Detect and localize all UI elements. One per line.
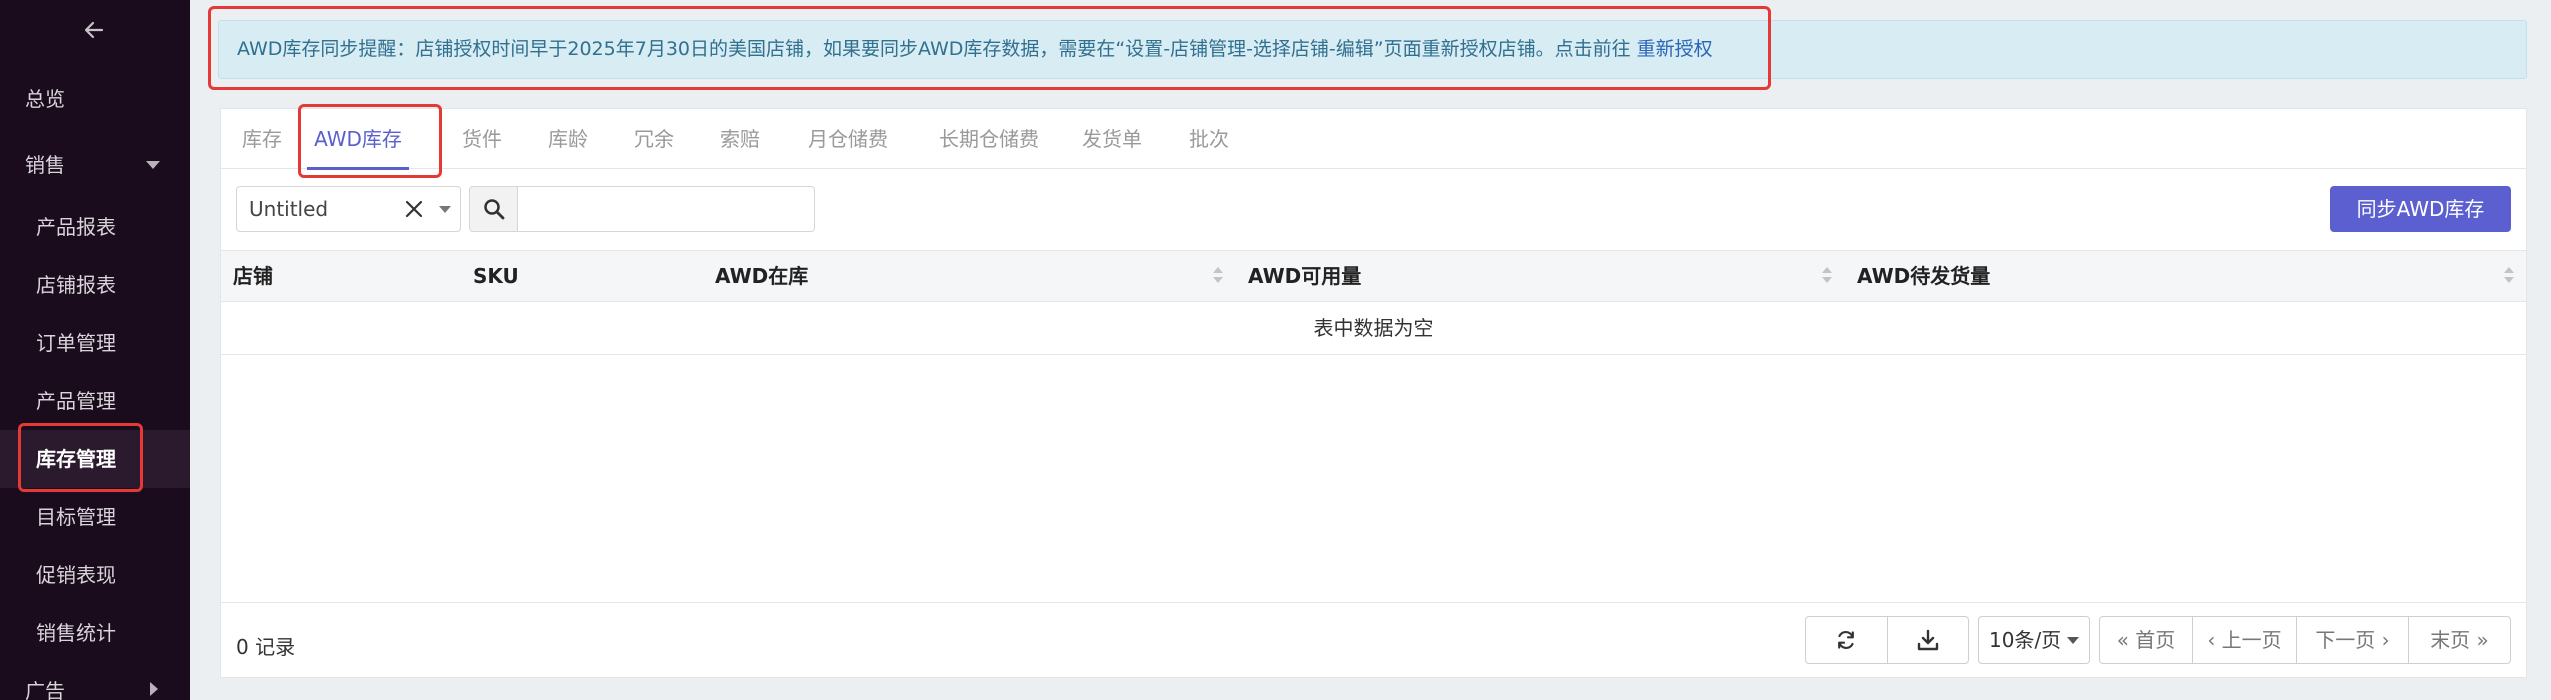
caret-right-icon — [150, 682, 158, 696]
search-button[interactable] — [470, 187, 518, 231]
sidebar-item-label: 广告 — [25, 679, 65, 700]
sidebar-item-sales-statistics[interactable]: 销售统计 — [0, 604, 190, 662]
chevron-down-icon — [439, 206, 451, 213]
download-icon — [1917, 629, 1939, 651]
tab-long-term-storage-fee[interactable]: 长期仓储费 — [933, 109, 1045, 169]
record-count: 0 记录 — [236, 635, 296, 659]
pagination: « 首页 ‹ 上一页 下一页 › 末页 » — [2099, 616, 2511, 664]
sort-icon[interactable] — [2504, 267, 2514, 285]
page-size-select[interactable]: 10条/页 — [1978, 616, 2090, 664]
search-input[interactable] — [519, 187, 814, 231]
tab-monthly-storage-fee[interactable]: 月仓储费 — [803, 109, 893, 169]
search-icon — [484, 199, 505, 220]
store-select[interactable]: Untitled — [236, 186, 461, 232]
column-header-store[interactable]: 店铺 — [233, 251, 273, 301]
sidebar-item-sales[interactable]: 销售 — [0, 136, 190, 194]
table-empty-message: 表中数据为空 — [221, 302, 2526, 355]
column-header-awd-available[interactable]: AWD可用量 — [1248, 251, 1361, 301]
sidebar-item-label: 库存管理 — [36, 447, 116, 471]
sidebar-item-order-management[interactable]: 订单管理 — [0, 314, 190, 372]
sidebar-item-store-report[interactable]: 店铺报表 — [0, 256, 190, 314]
sidebar-item-label: 促销表现 — [36, 563, 116, 587]
reauthorize-link[interactable]: 重新授权 — [1637, 38, 1713, 60]
sidebar-item-product-management[interactable]: 产品管理 — [0, 372, 190, 430]
sidebar-item-product-report[interactable]: 产品报表 — [0, 198, 190, 256]
inventory-panel: 库存 AWD库存 货件 库龄 冗余 索赔 月仓储费 长期仓储费 发货单 批次 U… — [220, 108, 2527, 678]
tab-inventory[interactable]: 库存 — [239, 109, 285, 169]
sidebar: 总览 销售 产品报表 店铺报表 订单管理 产品管理 库存管理 目标管理 促销表现… — [0, 0, 190, 700]
tab-shipments[interactable]: 货件 — [459, 109, 505, 169]
sort-icon[interactable] — [1822, 267, 1832, 285]
sidebar-item-label: 店铺报表 — [36, 273, 116, 297]
caret-down-icon — [146, 161, 160, 169]
tab-excess[interactable]: 冗余 — [631, 109, 677, 169]
sidebar-item-label: 产品管理 — [36, 389, 116, 413]
tab-inventory-age[interactable]: 库龄 — [545, 109, 591, 169]
sidebar-item-label: 销售 — [25, 153, 65, 177]
sidebar-item-label: 目标管理 — [36, 505, 116, 529]
tab-awd-inventory[interactable]: AWD库存 — [307, 109, 409, 170]
tab-delivery-orders[interactable]: 发货单 — [1078, 109, 1146, 169]
divider — [221, 602, 2526, 603]
double-chevron-right-icon: » — [2476, 628, 2489, 652]
refresh-button[interactable] — [1806, 617, 1887, 663]
last-page-label: 末页 — [2430, 628, 2471, 652]
search-box — [469, 186, 815, 232]
sidebar-item-overview[interactable]: 总览 — [0, 70, 190, 128]
first-page-button[interactable]: « 首页 — [2100, 617, 2192, 663]
sidebar-item-label: 订单管理 — [36, 331, 116, 355]
arrow-left-icon[interactable] — [78, 14, 110, 46]
sidebar-item-label: 产品报表 — [36, 215, 116, 239]
store-select-value: Untitled — [249, 197, 329, 221]
tab-claims[interactable]: 索赔 — [717, 109, 763, 169]
next-page-button[interactable]: 下一页 › — [2296, 617, 2408, 663]
first-page-label: 首页 — [2135, 628, 2176, 652]
download-button[interactable] — [1887, 617, 1968, 663]
prev-page-button[interactable]: ‹ 上一页 — [2192, 617, 2296, 663]
prev-page-label: 上一页 — [2221, 628, 2282, 652]
last-page-button[interactable]: 末页 » — [2408, 617, 2510, 663]
page-size-value: 10条/页 — [1989, 628, 2062, 652]
sidebar-item-label: 销售统计 — [36, 621, 116, 645]
sidebar-item-target-management[interactable]: 目标管理 — [0, 488, 190, 546]
table-header: 店铺 SKU AWD在库 AWD可用量 AWD待发货量 — [221, 250, 2526, 302]
awd-sync-alert: AWD库存同步提醒：店铺授权时间早于2025年7月30日的美国店铺，如果要同步A… — [218, 20, 2527, 79]
tab-bar: 库存 AWD库存 货件 库龄 冗余 索赔 月仓储费 长期仓储费 发货单 批次 — [221, 109, 2526, 170]
column-header-sku[interactable]: SKU — [473, 251, 519, 301]
refresh-icon — [1838, 630, 1854, 650]
sort-icon[interactable] — [1213, 267, 1223, 285]
clear-icon[interactable] — [405, 187, 423, 232]
sidebar-item-ads[interactable]: 广告 — [0, 662, 190, 700]
sidebar-item-inventory-management[interactable]: 库存管理 — [0, 430, 190, 488]
chevron-right-icon: › — [2381, 628, 2390, 652]
table-actions — [1805, 616, 1969, 664]
sidebar-item-promotion-performance[interactable]: 促销表现 — [0, 546, 190, 604]
column-header-awd-in-stock[interactable]: AWD在库 — [715, 251, 808, 301]
double-chevron-left-icon: « — [2116, 628, 2129, 652]
next-page-label: 下一页 — [2315, 628, 2376, 652]
alert-text: AWD库存同步提醒：店铺授权时间早于2025年7月30日的美国店铺，如果要同步A… — [237, 38, 1631, 60]
chevron-left-icon: ‹ — [2207, 628, 2216, 652]
tab-batches[interactable]: 批次 — [1186, 109, 1232, 169]
column-header-awd-pending-shipment[interactable]: AWD待发货量 — [1857, 251, 1990, 301]
chevron-down-icon — [2067, 637, 2079, 644]
sidebar-item-label: 总览 — [25, 87, 65, 111]
sync-awd-inventory-button[interactable]: 同步AWD库存 — [2330, 186, 2511, 232]
